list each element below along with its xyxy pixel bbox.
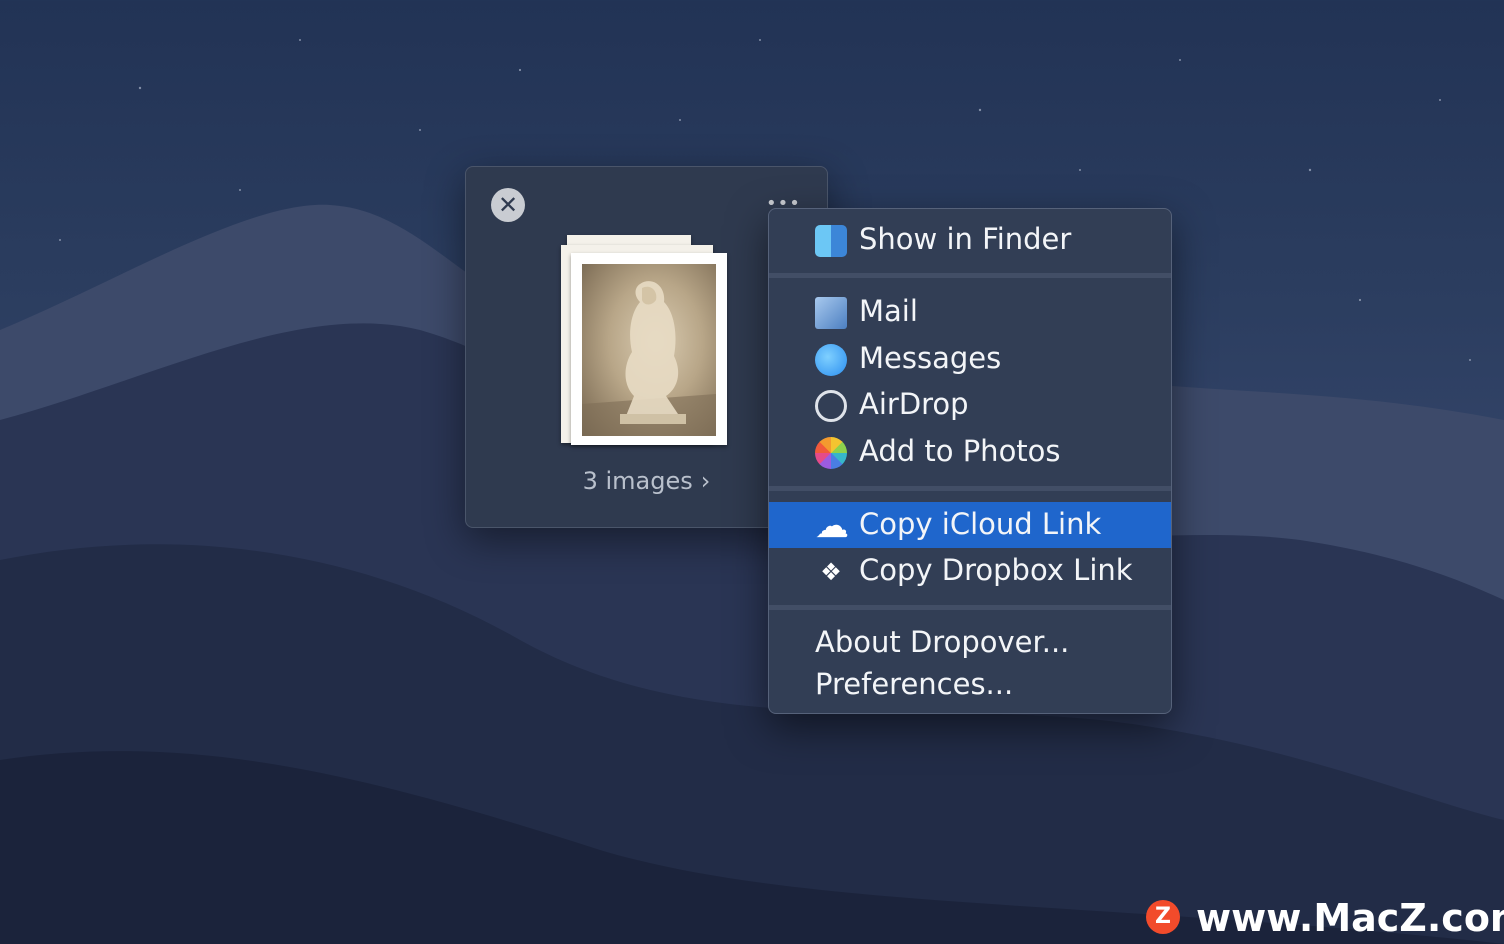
menu-item-about-dropover[interactable]: About Dropover...: [769, 620, 1171, 666]
finder-icon: [815, 225, 847, 257]
airdrop-icon: [815, 390, 847, 422]
menu-item-label: AirDrop: [859, 387, 969, 421]
caption-label: 3 images: [582, 467, 693, 495]
image-stack[interactable]: [561, 235, 731, 450]
menu-item-label: Copy iCloud Link: [859, 507, 1102, 541]
menu-item-airdrop[interactable]: AirDrop: [769, 382, 1171, 428]
messages-icon: [815, 344, 847, 376]
dropbox-icon: ❖: [820, 558, 842, 586]
icloud-icon: ☁: [815, 506, 849, 546]
menu-item-label: Add to Photos: [859, 434, 1061, 468]
close-icon[interactable]: ✕: [491, 188, 525, 222]
sculpture-photo-thumbnail: [582, 264, 716, 436]
chevron-right-icon: ›: [700, 467, 711, 495]
sculpture-image: [582, 281, 716, 436]
menu-item-add-to-photos[interactable]: Add to Photos: [769, 429, 1171, 475]
watermark: Z www.MacZ.com: [1146, 896, 1504, 940]
menu-separator: [769, 605, 1171, 610]
menu-item-preferences[interactable]: Preferences...: [769, 662, 1171, 708]
menu-item-copy-dropbox-link[interactable]: ❖ Copy Dropbox Link: [769, 548, 1171, 594]
menu-item-label: Preferences...: [815, 667, 1014, 701]
menu-item-mail[interactable]: Mail: [769, 289, 1171, 335]
menu-item-messages[interactable]: Messages: [769, 336, 1171, 382]
menu-item-label: About Dropover...: [815, 625, 1070, 659]
menu-item-label: Show in Finder: [859, 222, 1072, 256]
menu-item-label: Copy Dropbox Link: [859, 553, 1133, 587]
menu-separator: [769, 486, 1171, 491]
menu-separator: [769, 273, 1171, 278]
watermark-text: www.MacZ.com: [1196, 896, 1504, 940]
mail-icon: [815, 297, 847, 329]
photos-icon: [815, 437, 847, 469]
context-menu: Show in Finder Mail Messages AirDrop Add…: [768, 208, 1172, 714]
menu-item-copy-icloud-link[interactable]: ☁ Copy iCloud Link: [769, 502, 1171, 548]
menu-item-label: Mail: [859, 294, 918, 328]
macz-logo-icon: Z: [1146, 900, 1180, 934]
menu-item-label: Messages: [859, 341, 1002, 375]
menu-item-show-in-finder[interactable]: Show in Finder: [769, 217, 1171, 263]
